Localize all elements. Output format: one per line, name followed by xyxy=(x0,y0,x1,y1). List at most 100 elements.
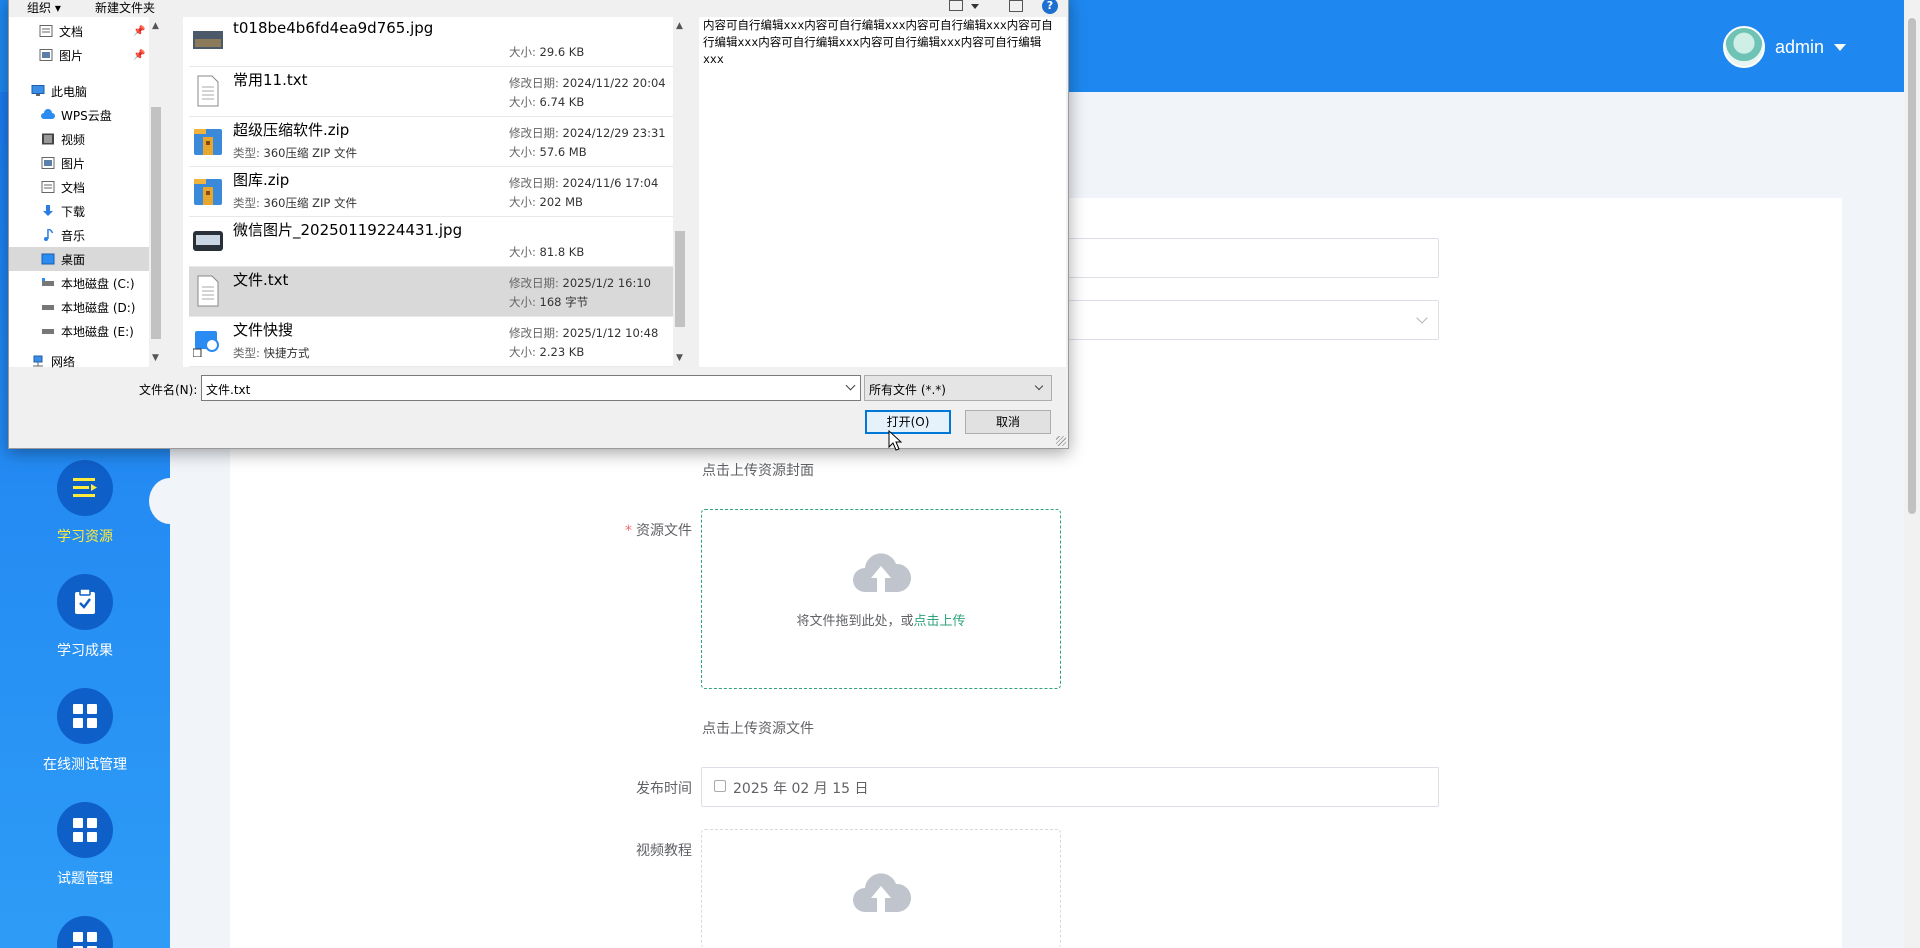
music-icon xyxy=(44,229,54,241)
filename-value: 文件.txt xyxy=(206,383,251,397)
sidebar-item-label: 学习资源 xyxy=(57,529,113,545)
modified-value: 2024/11/22 20:04 xyxy=(562,76,666,90)
list-icon xyxy=(57,460,113,516)
sidebar-item-more[interactable] xyxy=(0,916,170,948)
tree-item-label: 此电脑 xyxy=(51,84,88,99)
file-row[interactable]: 微信图片_20250119224431.jpg 大小: 81.8 KB xyxy=(189,217,673,267)
click-upload-link[interactable]: 点击上传 xyxy=(914,614,966,629)
sidebar-item-learning-resources[interactable]: 学习资源 xyxy=(0,460,170,546)
filename-input[interactable]: 文件.txt xyxy=(201,375,861,401)
resource-file-upload[interactable]: 将文件拖到此处，或点击上传 xyxy=(701,509,1061,689)
file-type: 类型: 360压缩 ZIP 文件 xyxy=(233,145,357,161)
type-key: 类型: xyxy=(233,196,260,210)
scroll-down-icon[interactable]: ▼ xyxy=(676,353,683,363)
desktop-icon xyxy=(41,253,55,265)
tree-item-label: 下载 xyxy=(61,204,86,219)
sidebar-item-question-bank[interactable]: 试题管理 xyxy=(0,802,170,888)
type-value: 360压缩 ZIP 文件 xyxy=(263,196,357,210)
cancel-button[interactable]: 取消 xyxy=(965,410,1051,434)
calendar-icon xyxy=(714,780,726,792)
tree-item-pictures-pinned[interactable]: 图片 📌 xyxy=(9,43,149,67)
resize-grip-icon[interactable] xyxy=(1056,436,1066,446)
navigation-scroll-thumb[interactable] xyxy=(151,107,161,339)
size-value: 168 字节 xyxy=(539,295,589,309)
tree-item-network[interactable]: 网络 xyxy=(9,349,149,373)
scroll-down-icon[interactable]: ▼ xyxy=(152,353,159,363)
file-size: 大小: 6.74 KB xyxy=(509,94,584,110)
sidebar-active-indicator xyxy=(149,478,191,524)
help-icon[interactable]: ? xyxy=(1042,0,1058,14)
tree-item-pictures[interactable]: 图片 xyxy=(9,151,149,175)
computer-icon xyxy=(31,85,45,96)
open-button[interactable]: 打开(O) xyxy=(865,410,951,434)
preview-pane-icon[interactable] xyxy=(1009,0,1023,12)
video-upload[interactable] xyxy=(701,829,1061,948)
size-value: 2.23 KB xyxy=(539,345,585,359)
file-name: 微信图片_20250119224431.jpg xyxy=(233,221,463,239)
file-name: 文件快搜 xyxy=(233,321,294,339)
document-icon xyxy=(39,25,53,37)
sidebar-item-learning-results[interactable]: 学习成果 xyxy=(0,574,170,660)
modified-key: 修改日期: xyxy=(509,326,559,340)
file-row[interactable]: t018be4b6fd4ea9d765.jpg 大小: 29.6 KB xyxy=(189,17,673,67)
size-key: 大小: xyxy=(509,295,536,309)
type-key: 类型: xyxy=(233,346,260,360)
cover-upload-tip: 点击上传资源封面 xyxy=(702,463,814,479)
filename-label: 文件名(N): xyxy=(139,383,198,397)
download-icon xyxy=(43,205,53,216)
tree-item-this-pc[interactable]: 此电脑 xyxy=(9,79,149,103)
file-row[interactable]: 超级压缩软件.zip 类型: 360压缩 ZIP 文件 修改日期: 2024/1… xyxy=(189,117,673,167)
chevron-down-icon[interactable] xyxy=(1834,43,1846,51)
file-list-scrollbar[interactable]: ▲ ▼ xyxy=(673,17,687,367)
filetype-select[interactable]: 所有文件 (*.*) xyxy=(864,375,1052,401)
file-row[interactable]: 常用11.txt 修改日期: 2024/11/22 20:04 大小: 6.74… xyxy=(189,67,673,117)
pin-icon: 📌 xyxy=(133,49,146,61)
scroll-up-icon[interactable]: ▲ xyxy=(152,21,159,31)
file-name: 文件.txt xyxy=(233,271,289,289)
chevron-down-icon[interactable] xyxy=(971,4,979,9)
organize-button[interactable]: 组织 ▾ xyxy=(27,0,61,16)
tree-item-documents-pinned[interactable]: 文档 📌 xyxy=(9,19,149,43)
modified-key: 修改日期: xyxy=(509,76,559,90)
avatar[interactable] xyxy=(1722,26,1765,68)
tree-item-downloads[interactable]: 下载 xyxy=(9,199,149,223)
chevron-down-icon[interactable] xyxy=(845,380,856,391)
tree-item-desktop[interactable]: 桌面 xyxy=(9,247,149,271)
scroll-up-icon[interactable]: ▲ xyxy=(676,21,683,31)
username[interactable]: admin xyxy=(1775,37,1824,58)
type-value: 快捷方式 xyxy=(263,346,310,360)
file-list-scroll-thumb[interactable] xyxy=(675,231,685,327)
view-options-icon[interactable] xyxy=(949,0,963,11)
tree-item-wps-cloud[interactable]: WPS云盘 xyxy=(9,103,149,127)
size-key: 大小: xyxy=(509,95,536,109)
tree-item-videos[interactable]: 视频 xyxy=(9,127,149,151)
file-row-selected[interactable]: 文件.txt 修改日期: 2025/1/2 16:10 大小: 168 字节 xyxy=(189,267,673,317)
file-row[interactable]: 图库.zip 类型: 360压缩 ZIP 文件 修改日期: 2024/11/6 … xyxy=(189,167,673,217)
tree-item-drive-d[interactable]: 本地磁盘 (D:) xyxy=(9,295,149,319)
file-size: 大小: 168 字节 xyxy=(509,294,588,310)
network-icon xyxy=(33,355,43,367)
sidebar-item-online-test[interactable]: 在线测试管理 xyxy=(0,688,170,774)
tree-item-drive-e[interactable]: 本地磁盘 (E:) xyxy=(9,319,149,343)
tree-item-music[interactable]: 音乐 xyxy=(9,223,149,247)
navigation-scrollbar[interactable]: ▲ ▼ xyxy=(149,17,163,367)
tree-item-drive-c[interactable]: 本地磁盘 (C:) xyxy=(9,271,149,295)
publish-date-picker[interactable]: 2025 年 02 月 15 日 xyxy=(701,767,1439,807)
picture-icon xyxy=(41,157,55,169)
user-menu[interactable]: admin xyxy=(1722,26,1846,68)
page-scroll-thumb[interactable] xyxy=(1908,18,1916,514)
modified-value: 2025/1/2 16:10 xyxy=(562,276,651,290)
size-value: 6.74 KB xyxy=(539,95,585,109)
sidebar-item-label: 试题管理 xyxy=(57,871,113,887)
file-row[interactable]: 文件快搜 类型: 快捷方式 修改日期: 2025/1/12 10:48 大小: … xyxy=(189,317,673,367)
file-upload-tip: 点击上传资源文件 xyxy=(702,721,814,737)
upload-hint: 将文件拖到此处，或点击上传 xyxy=(702,610,1060,629)
image-file-icon xyxy=(193,231,223,251)
cloud-icon xyxy=(41,109,55,119)
size-value: 81.8 KB xyxy=(539,245,585,259)
tree-item-documents[interactable]: 文档 xyxy=(9,175,149,199)
page-scrollbar[interactable] xyxy=(1904,0,1920,948)
modified-key: 修改日期: xyxy=(509,126,559,140)
grid-icon xyxy=(57,802,113,858)
new-folder-button[interactable]: 新建文件夹 xyxy=(95,0,155,16)
